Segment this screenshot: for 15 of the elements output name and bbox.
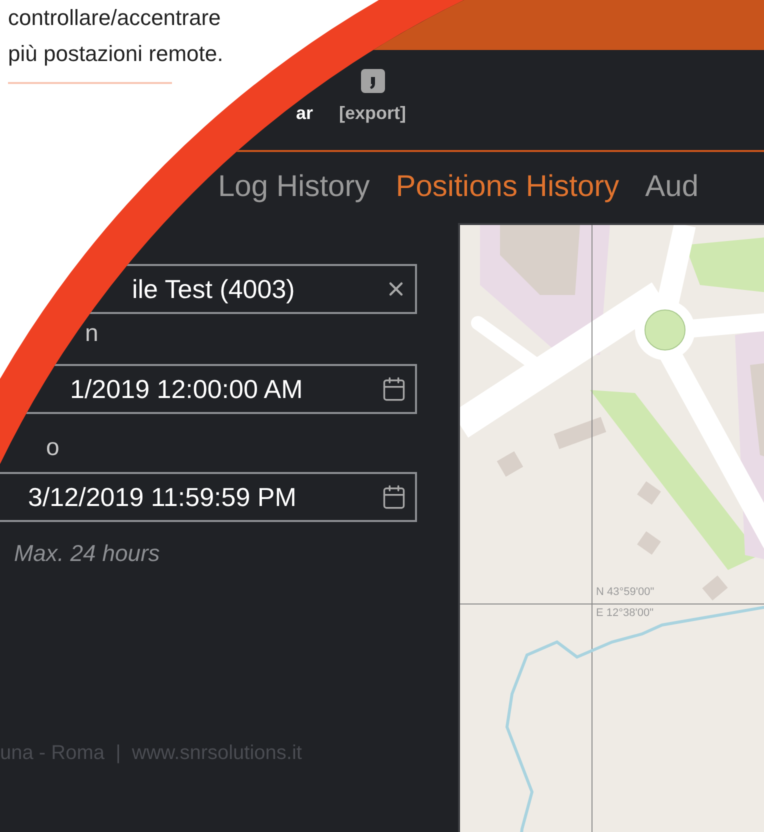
- hint-text: Max. 24 hours: [14, 542, 161, 565]
- tab[interactable]: Aud: [645, 172, 699, 202]
- tab[interactable]: Log History: [218, 172, 370, 202]
- latitude-label: N 43°59'00": [596, 587, 654, 598]
- tab[interactable]: Positions History: [396, 172, 620, 202]
- date-field[interactable]: 3/12/2019 11:59:59 PM: [0, 472, 417, 522]
- field-label: n: [85, 322, 100, 348]
- calendar-icon[interactable]: [381, 484, 407, 510]
- toolbar-button[interactable]: ar: [292, 68, 318, 122]
- calendar-icon[interactable]: [381, 376, 407, 402]
- longitude-label: E 12°38'00": [596, 608, 654, 619]
- field-label: o: [46, 436, 60, 462]
- document-icon: [360, 68, 386, 94]
- export-button[interactable]: [export]: [335, 68, 410, 122]
- intro-paragraph: controllare/accentrare più postazioni remote.: [8, 4, 224, 68]
